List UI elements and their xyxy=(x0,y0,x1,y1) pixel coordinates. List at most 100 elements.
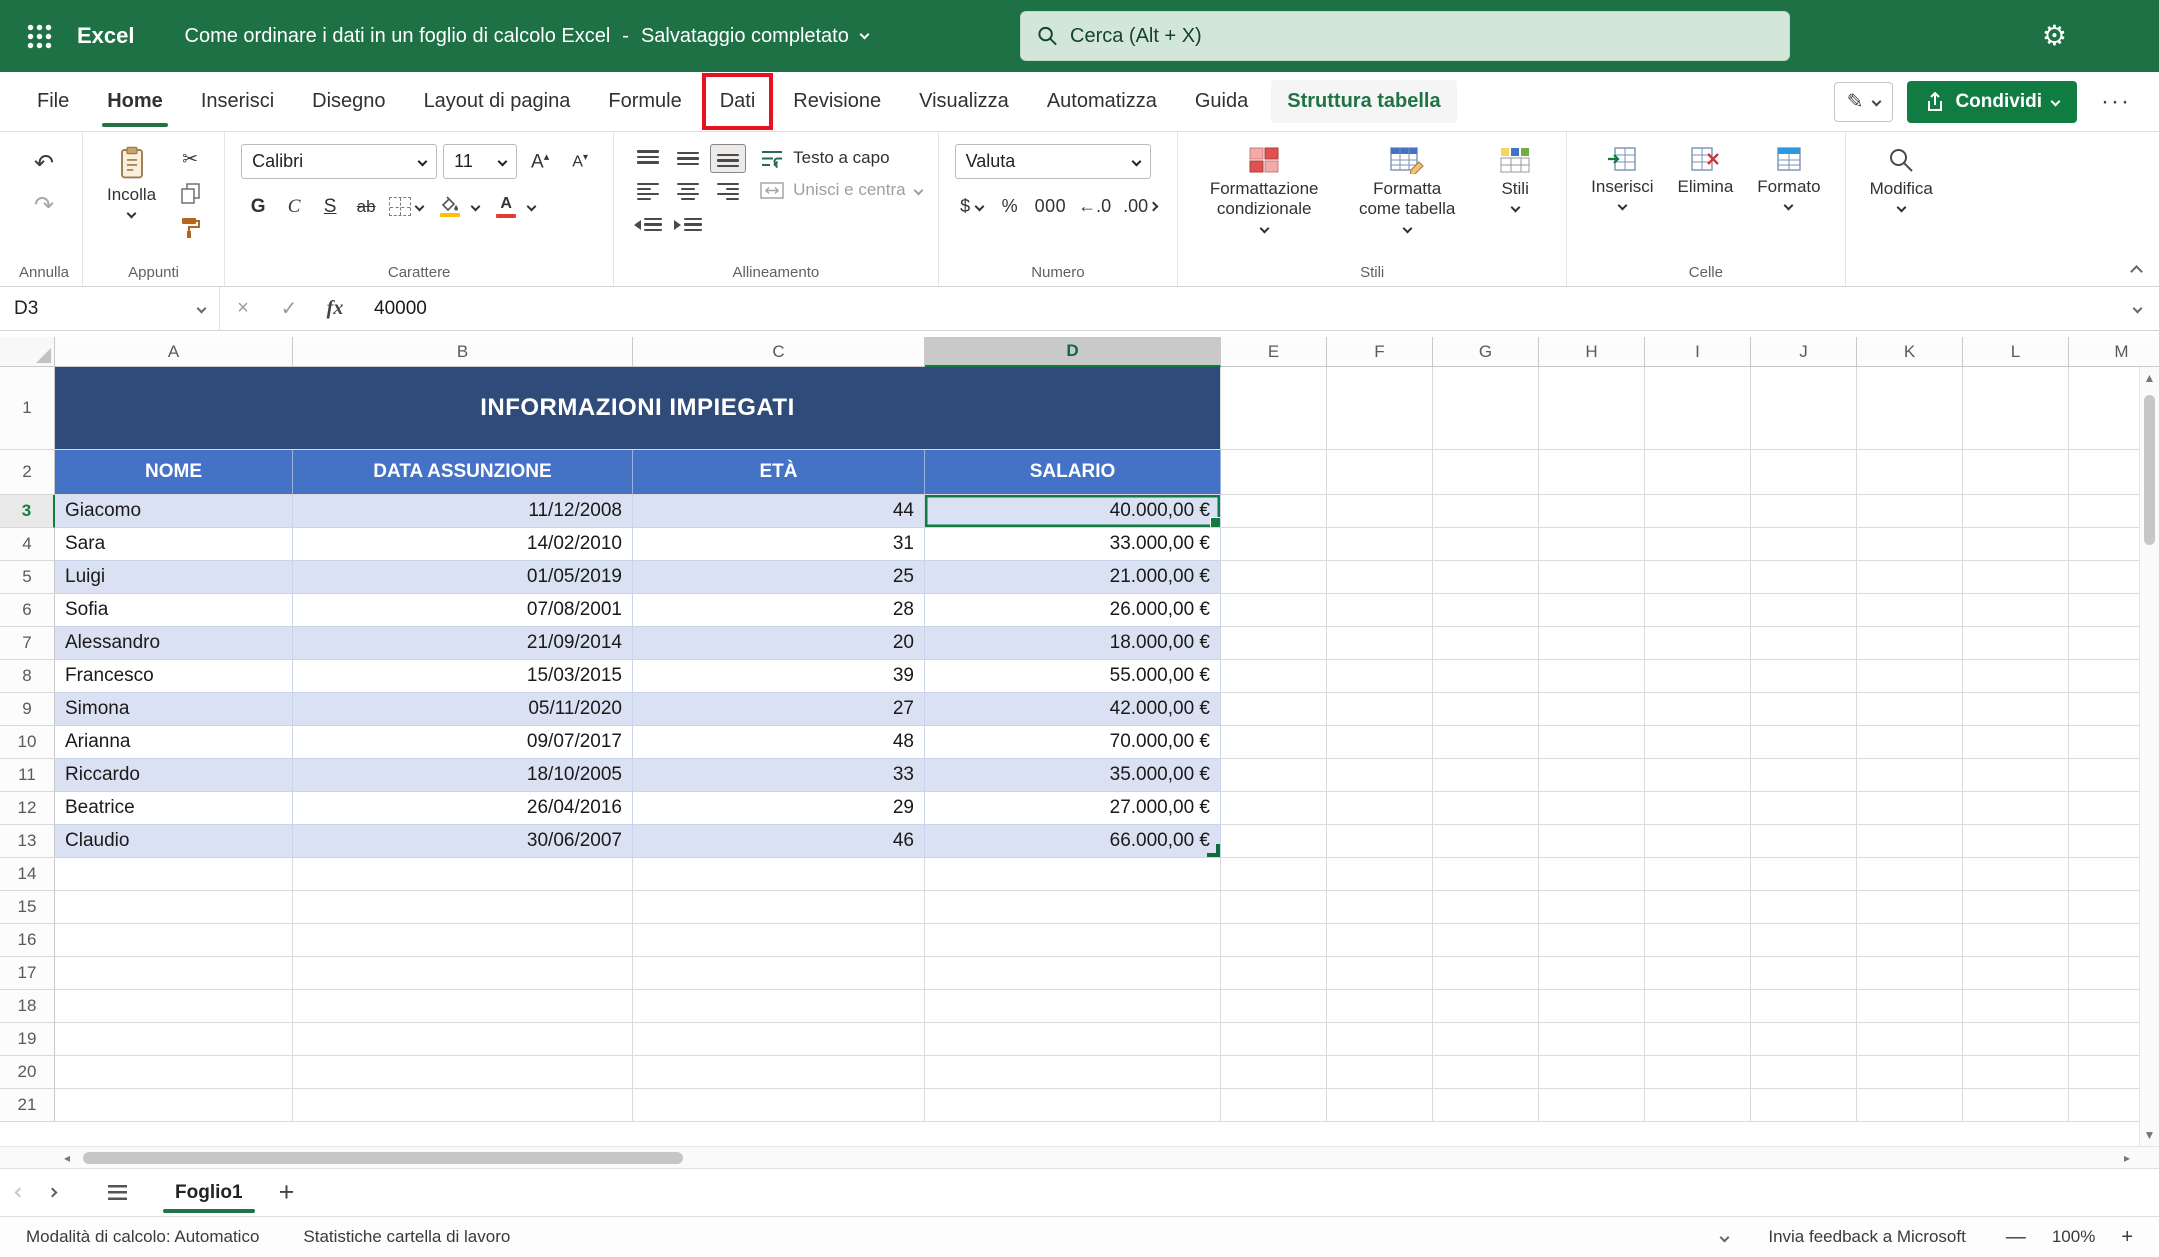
cell-I1[interactable] xyxy=(1645,367,1751,450)
cell-J8[interactable] xyxy=(1751,660,1857,693)
align-middle-button[interactable] xyxy=(670,144,706,173)
cell-J5[interactable] xyxy=(1751,561,1857,594)
cell-K20[interactable] xyxy=(1857,1056,1963,1089)
scroll-up-icon[interactable]: ▲ xyxy=(2140,367,2159,389)
cell-G6[interactable] xyxy=(1433,594,1539,627)
cell-F15[interactable] xyxy=(1327,891,1433,924)
cell-E20[interactable] xyxy=(1221,1056,1327,1089)
cell-A18[interactable] xyxy=(55,990,293,1023)
tab-formule[interactable]: Formule xyxy=(589,72,700,131)
cut-button[interactable]: ✂ xyxy=(172,144,208,174)
cell-H4[interactable] xyxy=(1539,528,1645,561)
chevron-down-icon[interactable] xyxy=(1720,1232,1730,1242)
cell-G16[interactable] xyxy=(1433,924,1539,957)
editing-menu-button[interactable]: Modifica xyxy=(1862,144,1941,213)
cell-I10[interactable] xyxy=(1645,726,1751,759)
table-header-cell-B2[interactable]: DATA ASSUNZIONE xyxy=(293,450,633,495)
cell-E19[interactable] xyxy=(1221,1023,1327,1056)
align-center-button[interactable] xyxy=(670,177,706,206)
cell-F20[interactable] xyxy=(1327,1056,1433,1089)
column-header-B[interactable]: B xyxy=(293,337,633,367)
cell-J17[interactable] xyxy=(1751,957,1857,990)
currency-format-button[interactable]: $ xyxy=(955,189,989,224)
row-header-19[interactable]: 19 xyxy=(0,1023,55,1056)
cell-E12[interactable] xyxy=(1221,792,1327,825)
increase-indent-button[interactable] xyxy=(670,210,706,239)
table-header-cell-D2[interactable]: SALARIO xyxy=(925,450,1221,495)
cell-A10[interactable]: Arianna xyxy=(55,726,293,759)
paste-button[interactable]: Incolla xyxy=(99,144,164,219)
table-header-cell-C2[interactable]: ETÀ xyxy=(633,450,925,495)
cell-A3[interactable]: Giacomo xyxy=(55,495,293,528)
cell-J18[interactable] xyxy=(1751,990,1857,1023)
decrease-decimal-button[interactable]: .00 xyxy=(1119,189,1161,224)
cell-F17[interactable] xyxy=(1327,957,1433,990)
number-format-select[interactable]: Valuta xyxy=(955,144,1151,179)
cell-J4[interactable] xyxy=(1751,528,1857,561)
workbook-statistics[interactable]: Statistiche cartella di lavoro xyxy=(303,1227,510,1247)
row-header-13[interactable]: 13 xyxy=(0,825,55,858)
cell-C14[interactable] xyxy=(633,858,925,891)
cell-I9[interactable] xyxy=(1645,693,1751,726)
cell-J19[interactable] xyxy=(1751,1023,1857,1056)
cell-L13[interactable] xyxy=(1963,825,2069,858)
cell-A13[interactable]: Claudio xyxy=(55,825,293,858)
cell-E5[interactable] xyxy=(1221,561,1327,594)
all-sheets-icon[interactable] xyxy=(108,1185,127,1200)
conditional-formatting-button[interactable]: Formattazione condizionale xyxy=(1194,144,1334,234)
cell-G18[interactable] xyxy=(1433,990,1539,1023)
cell-A19[interactable] xyxy=(55,1023,293,1056)
cell-B9[interactable]: 05/11/2020 xyxy=(293,693,633,726)
cell-B18[interactable] xyxy=(293,990,633,1023)
cell-D11[interactable]: 35.000,00 € xyxy=(925,759,1221,792)
cell-G4[interactable] xyxy=(1433,528,1539,561)
cell-I14[interactable] xyxy=(1645,858,1751,891)
cell-H15[interactable] xyxy=(1539,891,1645,924)
cell-G7[interactable] xyxy=(1433,627,1539,660)
cancel-button[interactable]: × xyxy=(220,287,266,330)
cell-E4[interactable] xyxy=(1221,528,1327,561)
cell-K1[interactable] xyxy=(1857,367,1963,450)
tab-disegno[interactable]: Disegno xyxy=(293,72,404,131)
cell-E14[interactable] xyxy=(1221,858,1327,891)
cell-H8[interactable] xyxy=(1539,660,1645,693)
tab-dati[interactable]: Dati xyxy=(701,72,775,131)
cell-E7[interactable] xyxy=(1221,627,1327,660)
more-options-icon[interactable]: ··· xyxy=(2091,88,2141,116)
fill-color-button[interactable] xyxy=(429,189,483,224)
tab-inserisci[interactable]: Inserisci xyxy=(182,72,293,131)
cell-C8[interactable]: 39 xyxy=(633,660,925,693)
cell-I21[interactable] xyxy=(1645,1089,1751,1122)
row-header-3[interactable]: 3 xyxy=(0,495,55,528)
cell-F4[interactable] xyxy=(1327,528,1433,561)
cell-A7[interactable]: Alessandro xyxy=(55,627,293,660)
tab-revisione[interactable]: Revisione xyxy=(774,72,900,131)
zoom-out-button[interactable]: — xyxy=(2006,1226,2026,1249)
tab-layout-di-pagina[interactable]: Layout di pagina xyxy=(405,72,590,131)
cell-C4[interactable]: 31 xyxy=(633,528,925,561)
column-header-G[interactable]: G xyxy=(1433,337,1539,367)
cell-A14[interactable] xyxy=(55,858,293,891)
cell-E8[interactable] xyxy=(1221,660,1327,693)
row-header-8[interactable]: 8 xyxy=(0,660,55,693)
cell-J11[interactable] xyxy=(1751,759,1857,792)
cell-I19[interactable] xyxy=(1645,1023,1751,1056)
cell-F1[interactable] xyxy=(1327,367,1433,450)
wrap-text-button[interactable]: Testo a capo xyxy=(760,148,921,168)
cell-I16[interactable] xyxy=(1645,924,1751,957)
cell-C11[interactable]: 33 xyxy=(633,759,925,792)
cell-J3[interactable] xyxy=(1751,495,1857,528)
cell-J7[interactable] xyxy=(1751,627,1857,660)
cell-F12[interactable] xyxy=(1327,792,1433,825)
cell-K8[interactable] xyxy=(1857,660,1963,693)
row-header-5[interactable]: 5 xyxy=(0,561,55,594)
align-top-button[interactable] xyxy=(630,144,666,173)
cell-C13[interactable]: 46 xyxy=(633,825,925,858)
tab-home[interactable]: Home xyxy=(88,72,182,131)
cell-H11[interactable] xyxy=(1539,759,1645,792)
cell-K6[interactable] xyxy=(1857,594,1963,627)
cell-F3[interactable] xyxy=(1327,495,1433,528)
cell-C7[interactable]: 20 xyxy=(633,627,925,660)
cell-B17[interactable] xyxy=(293,957,633,990)
formula-input[interactable]: 40000 xyxy=(358,287,2115,330)
